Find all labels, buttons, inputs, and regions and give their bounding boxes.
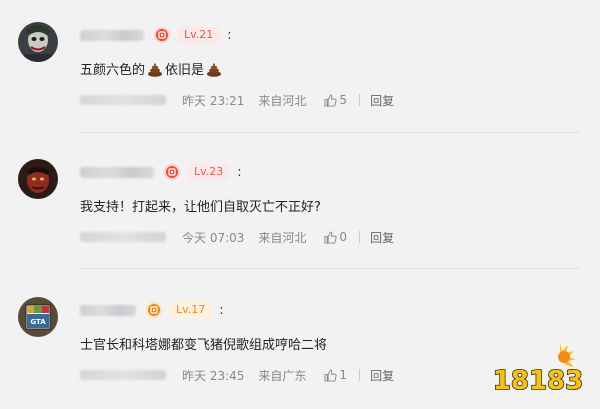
divider — [80, 268, 580, 269]
like-button[interactable]: 1 — [324, 368, 347, 382]
level-badge: Lv.17 — [170, 302, 212, 318]
joker-avatar — [18, 22, 58, 62]
avatar[interactable] — [18, 22, 58, 62]
hellboy-avatar — [18, 159, 58, 199]
comment-item: Lv.23 : 我支持！打起来，让他们自取灭亡不正好? 今天 07:03 来自河… — [0, 159, 600, 269]
like-button[interactable]: 0 — [324, 230, 347, 244]
colon: : — [227, 27, 232, 43]
divider — [359, 369, 361, 381]
level-badge: Lv.23 — [188, 164, 230, 180]
reply-button[interactable]: 回复 — [370, 367, 394, 384]
like-count: 5 — [339, 93, 348, 107]
like-count: 0 — [339, 230, 348, 244]
avatar[interactable] — [18, 159, 58, 199]
divider — [359, 231, 361, 243]
level-badge: Lv.21 — [178, 27, 220, 43]
logo-sunburst — [558, 343, 576, 367]
logo-text: 18183 — [493, 366, 583, 396]
divider — [359, 94, 361, 106]
reply-button[interactable]: 回复 — [370, 229, 394, 246]
vip-badge-icon — [146, 302, 162, 318]
avatar[interactable]: GTA — [18, 297, 58, 337]
location: 来自河北 — [258, 93, 307, 108]
comment-text-part: 五颜六色的 — [80, 63, 146, 78]
colon: : — [237, 164, 242, 180]
comment-text: 我支持！打起来，让他们自取灭亡不正好? — [80, 196, 321, 215]
reply-button[interactable]: 回复 — [370, 92, 394, 109]
meta-blurred — [80, 232, 166, 242]
meta-blurred — [80, 370, 166, 380]
location: 来自广东 — [258, 368, 307, 383]
like-count: 1 — [339, 368, 348, 382]
vip-badge-icon — [154, 27, 170, 43]
like-button[interactable]: 5 — [324, 93, 347, 107]
divider — [80, 132, 580, 133]
meta-blurred — [80, 95, 166, 105]
timestamp: 昨天 23:45 — [182, 368, 245, 383]
thumbs-up-icon — [324, 94, 337, 107]
site-logo-watermark: 18183 — [492, 343, 584, 397]
comment-text-part: 士官长和科塔娜都变飞猪倪歌组成哼哈二将 — [80, 338, 328, 353]
comment-text-part: 我支持！打起来，让他们自取灭亡不正好? — [80, 200, 321, 215]
thumbs-up-icon — [324, 369, 337, 382]
username-blurred[interactable] — [80, 304, 136, 316]
comment-item: Lv.21 : 五颜六色的 依旧是 昨天 23:21 来自河北 5 回复 — [0, 22, 600, 132]
username-blurred[interactable] — [80, 166, 154, 178]
gta-avatar: GTA — [18, 297, 58, 337]
username-blurred[interactable] — [80, 29, 144, 41]
timestamp: 今天 07:03 — [182, 230, 245, 245]
comment-text-part: 依旧是 — [165, 63, 205, 78]
comment-text: 五颜六色的 依旧是 — [80, 59, 224, 78]
comment-text: 士官长和科塔娜都变飞猪倪歌组成哼哈二将 — [80, 334, 327, 353]
svg-text:GTA: GTA — [30, 318, 46, 326]
vip-badge-icon — [164, 164, 180, 180]
poop-emoji-icon — [148, 62, 163, 77]
poop-emoji-icon — [207, 62, 222, 77]
thumbs-up-icon — [324, 231, 337, 244]
timestamp: 昨天 23:21 — [182, 93, 245, 108]
colon: : — [219, 302, 224, 318]
location: 来自河北 — [258, 230, 307, 245]
